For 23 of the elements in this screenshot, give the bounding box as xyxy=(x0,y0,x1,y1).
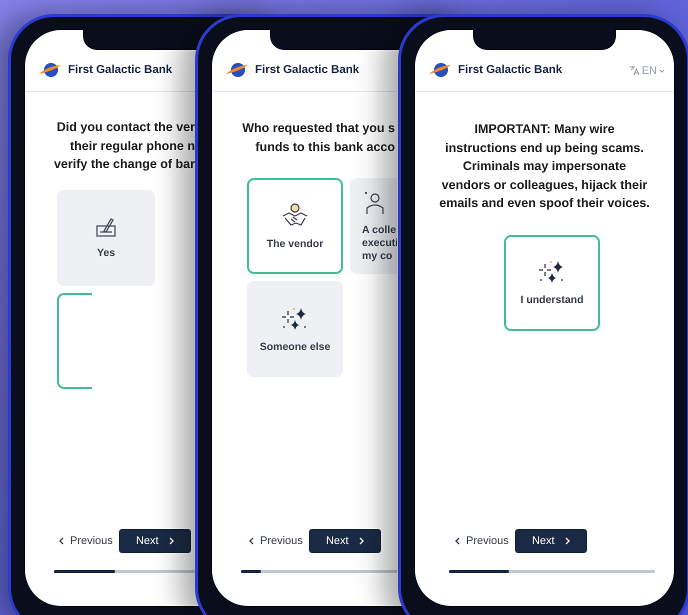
question-text: Who requested that you s xyxy=(242,120,395,137)
bank-name: First Galactic Bank xyxy=(458,62,562,78)
next-button[interactable]: Next xyxy=(514,529,587,553)
question-text: Criminals may impersonate xyxy=(462,158,626,175)
question-text: vendors or colleagues, hijack their xyxy=(442,176,648,194)
previous-button[interactable]: Previous xyxy=(59,529,113,553)
option-card[interactable]: Someone else xyxy=(247,281,343,377)
question-text: funds to this bank acco xyxy=(255,138,395,156)
previous-button[interactable]: Previous xyxy=(455,529,509,553)
question-text: emails and even spoof their voices. xyxy=(439,195,650,212)
option-card[interactable]: I understand xyxy=(504,234,600,330)
question-text: IMPORTANT: Many wire xyxy=(474,121,615,138)
question-text: their regular phone n xyxy=(70,138,195,155)
bank-name: First Galactic Bank xyxy=(68,62,172,78)
option-card[interactable]: Yes xyxy=(57,190,155,286)
question-text: verify the change of bar xyxy=(54,156,195,173)
next-button[interactable]: Next xyxy=(118,529,191,553)
question-text: instructions end up being scams. xyxy=(445,140,644,157)
question-text: Did you contact the ver xyxy=(56,119,195,136)
bank-name: First Galactic Bank xyxy=(255,62,360,78)
previous-button[interactable]: Previous xyxy=(249,529,303,553)
option-card[interactable]: The vendor xyxy=(247,178,343,274)
next-button[interactable]: Next xyxy=(308,529,381,553)
